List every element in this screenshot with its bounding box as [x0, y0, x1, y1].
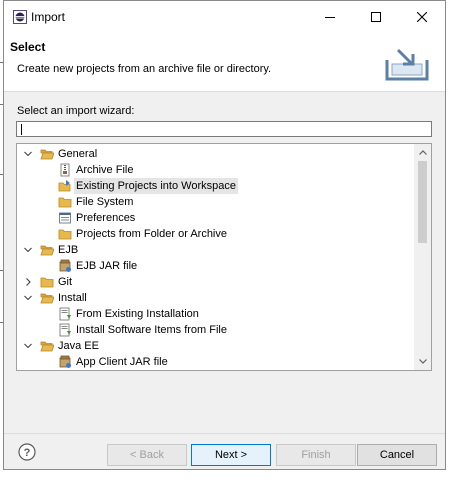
tree-category[interactable]: Install	[17, 290, 413, 306]
jar-file-icon	[59, 259, 71, 272]
close-button[interactable]	[399, 1, 445, 32]
minimize-button[interactable]	[307, 1, 353, 32]
footer-separator	[4, 433, 445, 434]
tree-item[interactable]: File System	[17, 194, 413, 210]
tree-category[interactable]: Git	[17, 274, 413, 290]
import-banner-icon	[385, 48, 429, 81]
tree-item-label: Git	[58, 276, 73, 288]
archive-file-icon	[60, 163, 70, 177]
install-icon	[59, 307, 71, 321]
folder-icon	[58, 229, 72, 240]
folder-open-icon	[40, 293, 54, 304]
title-bar: Import	[4, 1, 445, 32]
back-button[interactable]: < Back	[107, 444, 187, 466]
tree-item-label: App Client JAR file	[76, 356, 168, 368]
eclipse-icon	[13, 10, 27, 24]
chevron-down-icon	[24, 151, 32, 157]
tree-item-label: EJB JAR file	[76, 260, 138, 272]
tree-item[interactable]: App Client JAR file	[17, 354, 413, 370]
tree-item-label: General	[58, 148, 98, 160]
tree-category[interactable]: Java EE	[17, 338, 413, 354]
wizard-header: Select Create new projects from an archi…	[4, 32, 445, 92]
folder-icon	[40, 277, 54, 288]
wizard-label: Select an import wizard:	[17, 105, 135, 117]
chevron-down-icon	[418, 359, 427, 364]
folder-open-icon	[40, 149, 54, 160]
cancel-button[interactable]: Cancel	[357, 444, 437, 466]
tree-item-label: Preferences	[76, 212, 136, 224]
text-caret	[21, 124, 22, 135]
install-icon	[59, 323, 71, 337]
maximize-button[interactable]	[353, 1, 399, 32]
preferences-icon	[59, 212, 71, 224]
window-title: Import	[31, 10, 66, 24]
scroll-up-button[interactable]	[414, 144, 431, 161]
page-title: Select	[10, 40, 46, 54]
chevron-down-icon	[24, 295, 32, 301]
background-status-strip	[0, 470, 450, 479]
tree-item[interactable]: EAR file	[17, 370, 413, 371]
scroll-thumb[interactable]	[418, 161, 427, 243]
tree-scrollbar[interactable]	[414, 144, 431, 370]
tree-item-label: From Existing Installation	[76, 308, 199, 320]
project-import-icon	[58, 180, 71, 192]
tree-category[interactable]: General	[17, 146, 413, 162]
tree-item-label: Projects from Folder or Archive	[76, 228, 227, 240]
tree-item[interactable]: Archive File	[17, 162, 413, 178]
folder-icon	[58, 197, 72, 208]
tree-item-label: Java EE	[58, 340, 99, 352]
tree-item-label: File System	[76, 196, 134, 208]
tree-item-label: EAR file	[74, 370, 118, 371]
finish-button[interactable]: Finish	[276, 444, 356, 466]
folder-open-icon	[40, 245, 54, 256]
tree-item[interactable]: Install Software Items from File	[17, 322, 413, 338]
tree-item-label: Install	[58, 292, 87, 304]
minimize-icon	[325, 16, 335, 18]
tree-item[interactable]: EJB JAR file	[17, 258, 413, 274]
maximize-icon	[371, 11, 381, 22]
jar-file-icon	[59, 355, 71, 368]
tree-category[interactable]: EJB	[17, 242, 413, 258]
folder-open-icon	[40, 341, 54, 352]
wizard-filter-input[interactable]	[16, 121, 432, 137]
close-icon	[417, 11, 427, 22]
next-button[interactable]: Next >	[191, 444, 271, 466]
chevron-down-icon	[24, 343, 32, 349]
scroll-down-button[interactable]	[414, 353, 431, 370]
import-dialog: Import Select Create new projects from a…	[3, 0, 446, 470]
tree-item-label: Archive File	[76, 164, 134, 176]
chevron-right-icon	[26, 278, 31, 286]
wizard-tree[interactable]: EAR file App Client JAR file Java EE Instal…	[16, 143, 432, 371]
tree-item[interactable]: Existing Projects into Workspace	[17, 178, 413, 194]
tree-item-label: EJB	[58, 244, 79, 256]
tree-item-label: Existing Projects into Workspace	[74, 178, 238, 194]
tree-item-label: Install Software Items from File	[76, 324, 227, 336]
tree-item[interactable]: Projects from Folder or Archive	[17, 226, 413, 242]
help-icon[interactable]: ?	[18, 443, 36, 461]
page-description: Create new projects from an archive file…	[17, 63, 272, 75]
chevron-up-icon	[418, 150, 427, 155]
tree-item[interactable]: Preferences	[17, 210, 413, 226]
chevron-down-icon	[24, 247, 32, 253]
svg-text:?: ?	[24, 447, 31, 459]
tree-item[interactable]: From Existing Installation	[17, 306, 413, 322]
